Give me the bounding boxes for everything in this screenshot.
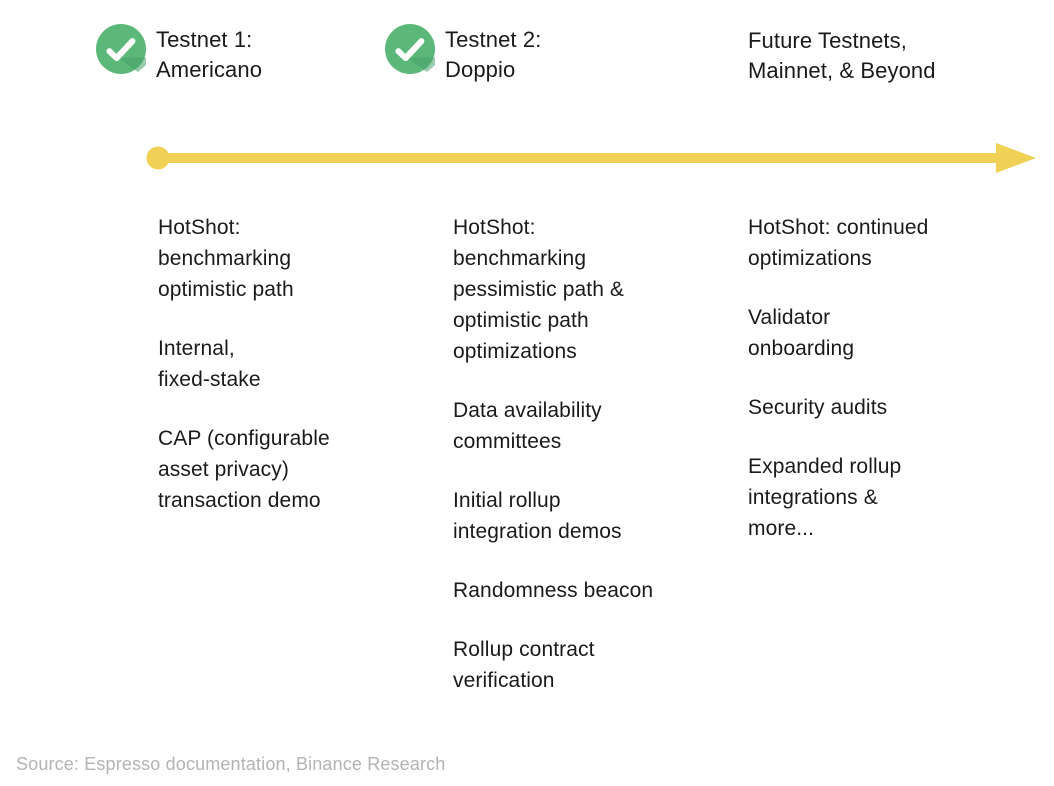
roadmap-item: Rollup contract verification xyxy=(453,638,595,692)
roadmap-item: CAP (configurable asset privacy) transac… xyxy=(158,427,330,512)
check-circle-icon xyxy=(385,24,435,74)
check-circle-icon xyxy=(96,24,146,74)
source-note: Source: Espresso documentation, Binance … xyxy=(16,754,446,774)
milestone-future: Future Testnets, Mainnet, & Beyond xyxy=(748,24,1048,86)
roadmap-item: Validator onboarding xyxy=(748,306,855,360)
roadmap-item: Security audits xyxy=(748,396,888,419)
column-future: HotShot: continued optimizations Validat… xyxy=(748,212,1038,544)
milestone-header-row: Testnet 1: Americano Testnet 2: Doppio F… xyxy=(0,0,1054,120)
roadmap-columns: HotShot: benchmarking optimistic path In… xyxy=(0,212,1054,742)
column-testnet-1: HotShot: benchmarking optimistic path In… xyxy=(158,212,438,516)
timeline-arrowhead-icon xyxy=(996,143,1036,173)
roadmap-item: Data availability committees xyxy=(453,399,602,453)
milestone-label: Testnet 2: Doppio xyxy=(445,27,542,82)
roadmap-item: HotShot: continued optimizations xyxy=(748,216,929,270)
roadmap-item: Initial rollup integration demos xyxy=(453,489,622,543)
roadmap-item: HotShot: benchmarking optimistic path xyxy=(158,216,294,301)
milestone-label: Testnet 1: Americano xyxy=(156,27,263,82)
milestone-testnet-2: Testnet 2: Doppio xyxy=(385,24,685,85)
roadmap-item: Randomness beacon xyxy=(453,579,654,602)
timeline-line xyxy=(158,153,1003,163)
roadmap-item: Expanded rollup integrations & more... xyxy=(748,455,902,540)
roadmap-item: Internal, fixed-stake xyxy=(158,337,261,391)
milestone-testnet-1: Testnet 1: Americano xyxy=(96,24,386,85)
roadmap-diagram: Testnet 1: Americano Testnet 2: Doppio F… xyxy=(0,0,1054,786)
roadmap-item: HotShot: benchmarking pessimistic path &… xyxy=(453,216,625,363)
milestone-label: Future Testnets, Mainnet, & Beyond xyxy=(748,28,936,83)
column-testnet-2: HotShot: benchmarking pessimistic path &… xyxy=(453,212,738,696)
timeline-arrow xyxy=(146,143,1036,173)
